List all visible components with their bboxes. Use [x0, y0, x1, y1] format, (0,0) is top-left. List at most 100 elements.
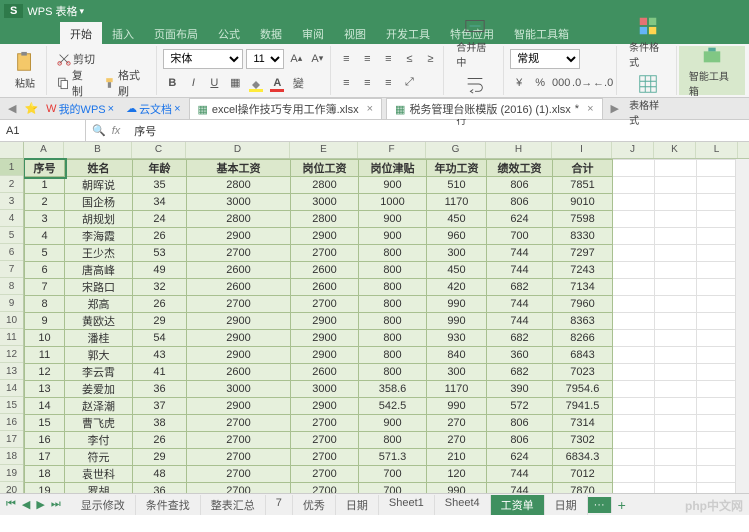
cell[interactable] [655, 415, 697, 432]
cell[interactable]: 黄欧达 [65, 313, 133, 330]
cell[interactable]: 700 [359, 466, 427, 483]
cell[interactable]: 11 [25, 347, 65, 364]
cell[interactable]: 2900 [187, 228, 291, 245]
cell[interactable]: 18 [25, 466, 65, 483]
cell[interactable]: 唐高峰 [65, 262, 133, 279]
cell[interactable]: 744 [487, 245, 553, 262]
cell[interactable]: 1000 [359, 194, 427, 211]
cell[interactable] [655, 177, 697, 194]
cell[interactable]: 3 [25, 211, 65, 228]
col-header[interactable]: B [64, 142, 132, 158]
italic-button[interactable]: I [184, 74, 202, 92]
cell[interactable] [655, 449, 697, 466]
border-button[interactable]: ▦ [226, 74, 244, 92]
cell[interactable] [697, 398, 739, 415]
bold-button[interactable]: B [163, 74, 181, 92]
cell[interactable]: 2700 [291, 415, 359, 432]
font-shrink-button[interactable]: A▾ [308, 50, 326, 68]
cell[interactable]: 3000 [187, 381, 291, 398]
cell[interactable] [613, 194, 655, 211]
cell[interactable]: 36 [133, 381, 187, 398]
cell[interactable]: 2700 [291, 466, 359, 483]
doc-tab-2[interactable]: ▦税务管理台账模版 (2016) (1).xlsx *× [386, 98, 602, 119]
cell[interactable]: 基本工资 [187, 160, 291, 177]
sheet-tab[interactable]: 优秀 [293, 495, 336, 515]
cell[interactable] [613, 330, 655, 347]
col-header[interactable]: G [426, 142, 486, 158]
name-box[interactable]: A1 [0, 120, 86, 141]
cell[interactable]: 2600 [291, 364, 359, 381]
cell[interactable]: 姓名 [65, 160, 133, 177]
currency-button[interactable]: ¥ [510, 74, 528, 92]
cell[interactable]: 符元 [65, 449, 133, 466]
cell[interactable] [613, 398, 655, 415]
cell[interactable]: 宋路口 [65, 279, 133, 296]
align-bottom-button[interactable]: ≡ [379, 50, 397, 68]
cell[interactable]: 6843 [553, 347, 613, 364]
cell[interactable]: 3000 [291, 381, 359, 398]
tab-formula[interactable]: 公式 [208, 22, 250, 44]
cell[interactable]: 合计 [553, 160, 613, 177]
row-header[interactable]: 17 [0, 431, 23, 448]
cell[interactable]: 2700 [291, 449, 359, 466]
percent-button[interactable]: % [531, 74, 549, 92]
cell[interactable]: 2700 [291, 245, 359, 262]
cell[interactable]: 2900 [291, 330, 359, 347]
cell[interactable]: 2600 [291, 279, 359, 296]
cell[interactable]: 800 [359, 296, 427, 313]
col-header[interactable]: I [552, 142, 612, 158]
cell[interactable]: 806 [487, 415, 553, 432]
cell[interactable]: 2 [25, 194, 65, 211]
table-style-button[interactable]: 表格样式 [623, 71, 672, 129]
cell[interactable]: 14 [25, 398, 65, 415]
cell[interactable]: 3000 [187, 194, 291, 211]
cell[interactable]: 曹飞虎 [65, 415, 133, 432]
cell[interactable]: 8266 [553, 330, 613, 347]
indent-dec-button[interactable]: ≤ [400, 50, 418, 68]
cell[interactable] [697, 177, 739, 194]
formula-value[interactable]: 序号 [126, 123, 164, 139]
cell[interactable] [613, 279, 655, 296]
cell[interactable]: 800 [359, 364, 427, 381]
cell[interactable]: 682 [487, 330, 553, 347]
row-header[interactable]: 10 [0, 312, 23, 329]
format-painter-button[interactable]: 格式刷 [99, 65, 152, 101]
col-header[interactable]: D [186, 142, 290, 158]
cell[interactable]: 624 [487, 449, 553, 466]
cell[interactable]: 48 [133, 466, 187, 483]
data-grid[interactable]: 序号姓名年龄基本工资岗位工资岗位津贴年功工资绩效工资合计1朝晖说35280028… [24, 159, 739, 500]
cell[interactable]: 420 [427, 279, 487, 296]
cell[interactable]: 胡规划 [65, 211, 133, 228]
row-header[interactable]: 5 [0, 227, 23, 244]
font-color-button[interactable]: A [268, 74, 286, 92]
underline-button[interactable]: U [205, 74, 223, 92]
cell[interactable] [655, 381, 697, 398]
cell[interactable]: 13 [25, 381, 65, 398]
my-wps-link[interactable]: W我的WPS × [42, 101, 118, 117]
cell[interactable]: 12 [25, 364, 65, 381]
cell[interactable]: 54 [133, 330, 187, 347]
cell[interactable]: 24 [133, 211, 187, 228]
sheet-tab[interactable]: 整表汇总 [201, 495, 266, 515]
cell[interactable]: 35 [133, 177, 187, 194]
title-dropdown-icon[interactable]: ▾ [79, 6, 84, 17]
cell[interactable] [613, 347, 655, 364]
cell[interactable]: 9010 [553, 194, 613, 211]
cell[interactable]: 53 [133, 245, 187, 262]
cell[interactable]: 800 [359, 330, 427, 347]
cell[interactable]: 2700 [187, 449, 291, 466]
cell[interactable]: 9 [25, 313, 65, 330]
cell[interactable]: 国企杨 [65, 194, 133, 211]
smart-tools-button[interactable]: 智能工具箱 [683, 42, 741, 100]
row-header[interactable]: 18 [0, 448, 23, 465]
fx-search-icon[interactable]: 🔍 [92, 124, 106, 137]
cell[interactable]: 绩效工资 [487, 160, 553, 177]
star-icon[interactable]: ⭐ [24, 102, 38, 115]
cloud-doc-link[interactable]: ☁云文档 × [122, 101, 184, 117]
cell[interactable]: 岗位工资 [291, 160, 359, 177]
cell[interactable]: 7960 [553, 296, 613, 313]
cell[interactable]: 7598 [553, 211, 613, 228]
cell[interactable]: 960 [427, 228, 487, 245]
cell[interactable]: 37 [133, 398, 187, 415]
cell[interactable]: 袁世科 [65, 466, 133, 483]
